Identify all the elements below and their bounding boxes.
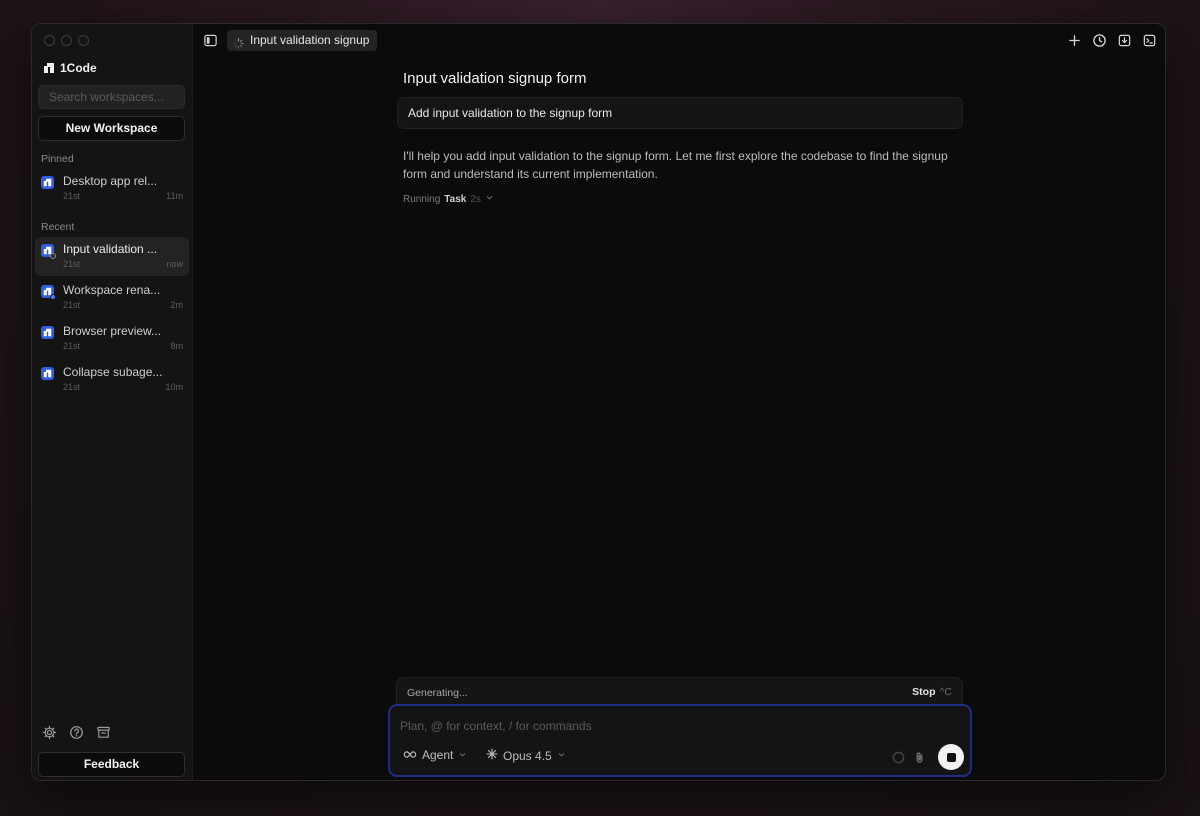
composer-tools (892, 751, 926, 764)
workspace-subtitle: 21st (63, 191, 81, 201)
workspace-title: Workspace rena... (63, 283, 161, 297)
workspace-subtitle: 21st (63, 341, 81, 351)
workspace-time: now (166, 259, 183, 269)
brand: 1Code (43, 61, 97, 75)
sidebar: 1Code New Workspace Pinned Desktop app r… (32, 24, 193, 780)
workspace-title: Input validation ... (63, 242, 158, 256)
workspace-subtitle: 21st (63, 259, 81, 269)
minimize-window-button[interactable] (61, 35, 72, 46)
workspace-item[interactable]: Input validation ... 21st now (35, 237, 189, 276)
chevron-down-icon (557, 750, 566, 761)
model-selector[interactable]: Opus 4.5 (486, 748, 566, 763)
workspace-icon (41, 326, 54, 339)
logo-icon (43, 62, 55, 74)
workspace-item[interactable]: Desktop app rel... 21st 11m (35, 169, 189, 208)
download-icon[interactable] (1117, 33, 1132, 48)
terminal-icon[interactable] (1142, 33, 1157, 48)
top-bar: Input validation signup (193, 24, 1165, 58)
stop-button[interactable] (938, 744, 964, 770)
close-window-button[interactable] (44, 35, 55, 46)
running-status-icon (50, 253, 56, 259)
running-task-label: Task (444, 193, 467, 205)
new-workspace-button[interactable]: New Workspace (38, 116, 185, 141)
workspace-item[interactable]: Workspace rena... 21st 2m (35, 278, 189, 317)
generating-status: Generating... (407, 687, 468, 699)
sparkle-icon (486, 748, 498, 763)
feedback-button[interactable]: Feedback (38, 752, 185, 777)
stop-icon (946, 752, 956, 762)
workspace-title: Browser preview... (63, 324, 162, 338)
running-duration: 2s (470, 193, 481, 205)
workspace-icon (41, 176, 54, 189)
workspace-icon (41, 244, 56, 259)
context-usage-icon[interactable] (892, 751, 905, 764)
workspace-time: 10m (165, 382, 183, 392)
workspace-title: Collapse subage... (63, 365, 163, 379)
search-input[interactable] (38, 85, 185, 109)
top-actions (1067, 33, 1157, 48)
workspace-item[interactable]: Browser preview... 21st 8m (35, 319, 189, 358)
gear-icon[interactable] (42, 725, 57, 740)
workspace-icon (41, 367, 54, 380)
workspace-subtitle: 21st (63, 382, 81, 392)
tab-active-chat[interactable]: Input validation signup (227, 30, 378, 51)
stop-generation-button[interactable]: Stop ^C (912, 686, 952, 698)
sidebar-toggle-icon[interactable] (203, 33, 218, 48)
stop-label: Stop (912, 686, 936, 698)
chevron-down-icon (485, 193, 494, 205)
workspace-icon (41, 285, 56, 300)
paperclip-icon[interactable] (913, 751, 926, 764)
running-prefix: Running (403, 193, 441, 205)
chat-title: Input validation signup form (403, 70, 587, 87)
maximize-window-button[interactable] (78, 35, 89, 46)
unread-status-icon (50, 294, 56, 300)
tab-label: Input validation signup (250, 33, 370, 47)
recent-section-label: Recent (41, 221, 75, 233)
prompt-input[interactable] (400, 716, 920, 736)
workspace-subtitle: 21st (63, 300, 81, 310)
workspace-title: Desktop app rel... (63, 174, 158, 188)
loading-spinner-icon (233, 35, 244, 49)
workspace-time: 11m (166, 191, 183, 201)
plus-icon[interactable] (1067, 33, 1082, 48)
help-icon[interactable] (69, 725, 84, 740)
workspace-item[interactable]: Collapse subage... 21st 10m (35, 360, 189, 399)
archive-icon[interactable] (96, 725, 111, 740)
composer: Agent Opus 4.5 (388, 704, 972, 777)
mode-label: Agent (422, 748, 454, 762)
assistant-message: I'll help you add input validation to th… (403, 149, 948, 181)
window-controls (44, 35, 89, 46)
workspace-time: 2m (170, 300, 183, 310)
history-icon[interactable] (1092, 33, 1107, 48)
running-task-status[interactable]: Running Task 2s (403, 193, 494, 205)
workspace-time: 8m (170, 341, 183, 351)
mode-selector[interactable]: Agent (403, 748, 467, 762)
chevron-down-icon (458, 750, 467, 761)
stop-shortcut: ^C (939, 686, 952, 698)
infinity-icon (403, 748, 417, 762)
pinned-section-label: Pinned (41, 153, 74, 165)
app-name: 1Code (60, 61, 97, 75)
model-label: Opus 4.5 (503, 748, 552, 763)
generating-bar: Generating... Stop ^C (396, 677, 963, 707)
app-window: 1Code New Workspace Pinned Desktop app r… (31, 23, 1166, 781)
sidebar-tools (42, 725, 111, 740)
user-message: Add input validation to the signup form (397, 97, 963, 129)
